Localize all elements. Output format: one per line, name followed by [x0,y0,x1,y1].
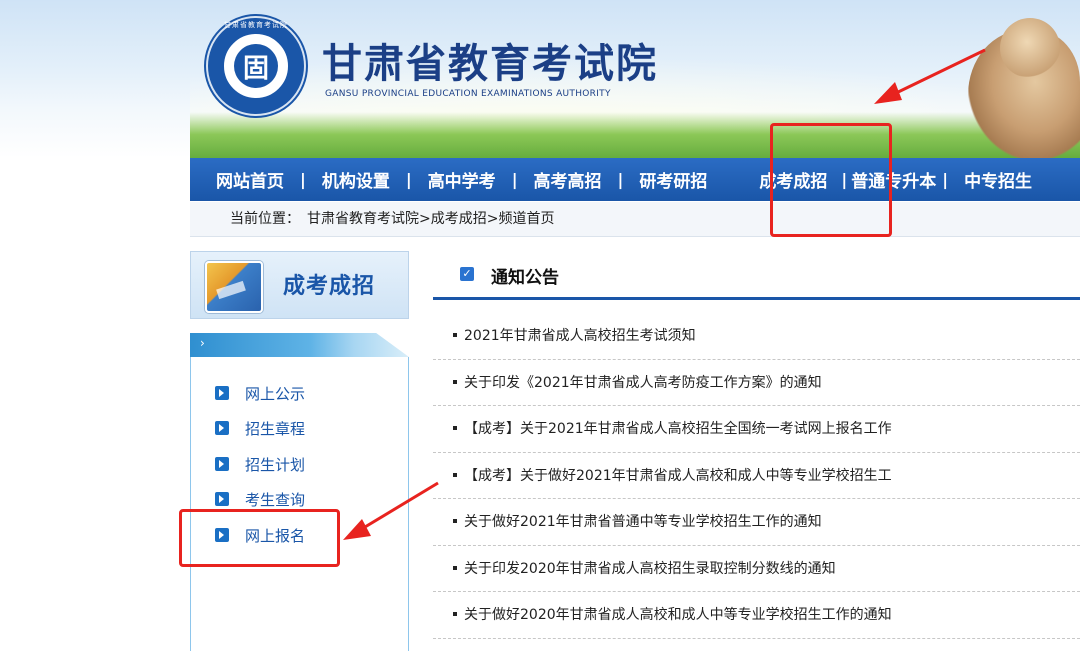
annotation-arrow-head [343,519,371,540]
annotation-arrows [343,48,986,540]
annotation-arrow-shaft [359,481,439,532]
annotation-arrow-head [874,82,902,104]
annotation-arrow-shaft [891,48,986,97]
